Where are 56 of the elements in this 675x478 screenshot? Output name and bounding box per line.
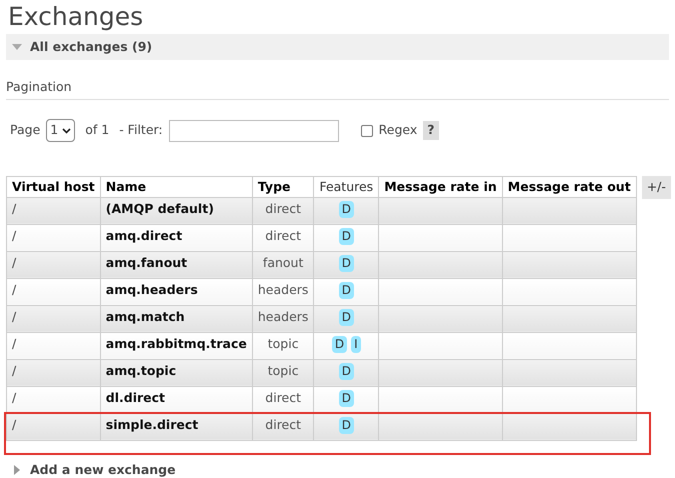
table-cell: direct [252, 413, 314, 440]
table-cell: topic [252, 332, 314, 360]
table-cell: headers [252, 278, 314, 306]
regex-label: Regex [378, 121, 418, 140]
feature-tag: D [332, 336, 348, 353]
feature-tag: I [351, 336, 361, 353]
section-label: Pagination [6, 78, 669, 100]
exchange-link[interactable]: dl.direct [100, 386, 252, 414]
section-header[interactable]: All exchanges (9) [6, 34, 669, 60]
feature-tag: D [338, 308, 354, 326]
exchange-link[interactable]: amq.headers [100, 278, 252, 306]
column-header: Virtual host [6, 176, 100, 198]
table-cell: / [6, 224, 100, 252]
exchange-link[interactable]: amq.rabbitmq.trace [100, 332, 252, 360]
page-select[interactable]: 1 [46, 119, 76, 142]
section-header[interactable]: Add a new exchange [6, 460, 669, 478]
page-title: Exchanges [8, 1, 144, 33]
feature-tag: D [338, 282, 354, 299]
filter-label: - Filter: [119, 121, 163, 140]
exchange-link[interactable]: amq.direct [100, 224, 252, 252]
column-header: Type [252, 176, 314, 198]
filter-field[interactable] [168, 120, 339, 142]
table-cell: topic [252, 359, 314, 386]
exchange-link[interactable]: amq.match [100, 305, 252, 332]
table-cell: / [6, 332, 100, 360]
column-header: Features [314, 176, 379, 198]
table-cell: / [6, 305, 100, 332]
feature-tag: D [338, 390, 354, 407]
table-cell: headers [252, 305, 314, 332]
table-cell: fanout [252, 251, 314, 278]
table-cell: direct [252, 197, 314, 224]
exchange-link[interactable]: simple.direct [100, 413, 252, 440]
columns-toggle-button[interactable]: +/- [642, 176, 671, 198]
help-button[interactable]: ? [423, 121, 439, 140]
table-cell: / [6, 251, 100, 278]
regex-checkbox[interactable] [360, 124, 373, 137]
column-header: Name [100, 176, 252, 198]
column-header: Message rate out [502, 176, 636, 198]
table-cell: direct [252, 224, 314, 252]
feature-tag: D [338, 200, 354, 218]
exchange-link[interactable]: amq.fanout [100, 251, 252, 278]
feature-tag: D [338, 416, 354, 434]
exchange-link[interactable]: amq.topic [100, 359, 252, 386]
table-cell: / [6, 278, 100, 306]
feature-tag: D [338, 362, 354, 380]
page-label: Page [10, 121, 40, 140]
page-count: of 1 [85, 121, 110, 140]
feature-tag: D [338, 254, 354, 272]
table-cell: direct [252, 386, 314, 414]
table-cell: / [6, 197, 100, 224]
table-cell: / [6, 386, 100, 414]
table-cell: / [6, 359, 100, 386]
exchange-link[interactable]: (AMQP default) [100, 197, 252, 224]
column-header: Message rate in [378, 176, 502, 198]
feature-tag: D [338, 228, 354, 245]
chevron-icon [62, 128, 72, 134]
